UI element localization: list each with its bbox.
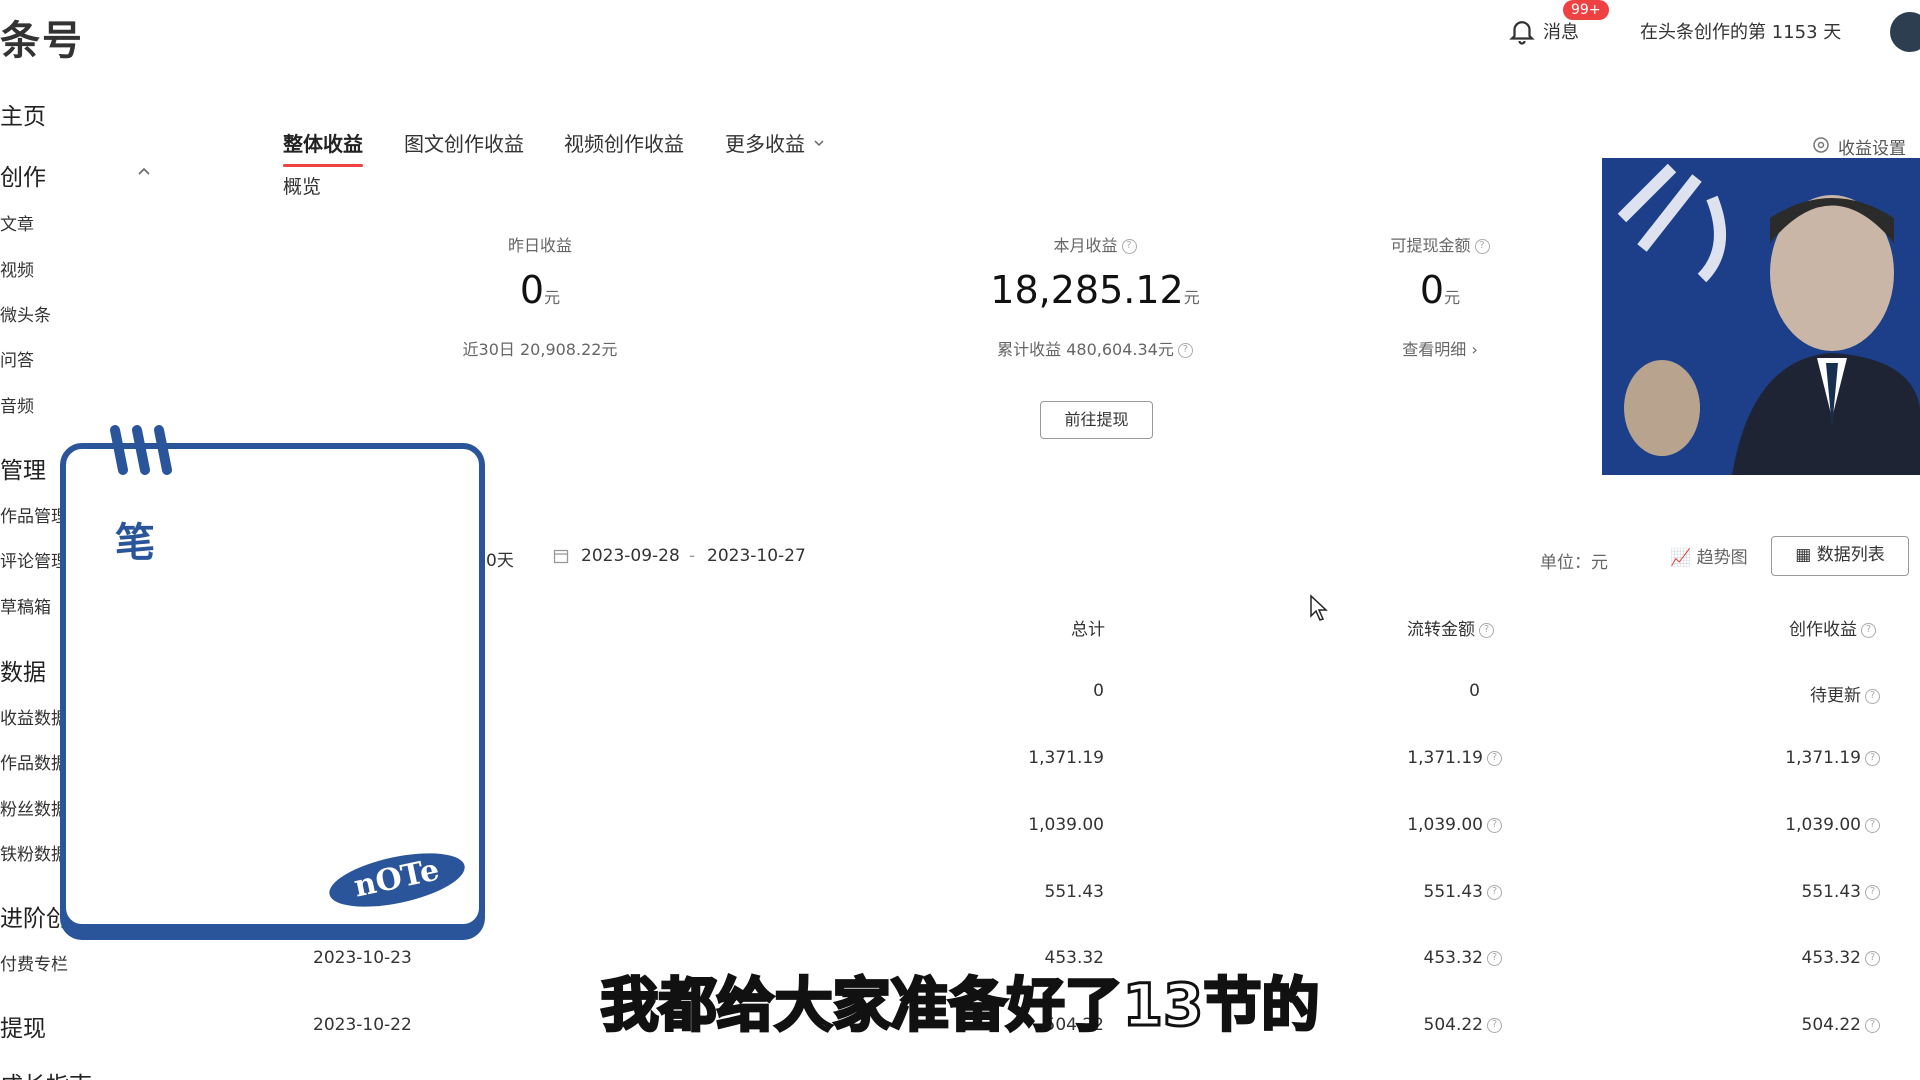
- question-icon[interactable]: ?: [1865, 884, 1880, 900]
- avatar[interactable]: [1890, 12, 1920, 52]
- cell-flow: 1,371.19?: [1407, 748, 1502, 768]
- note-title: 笔: [115, 520, 155, 566]
- cell-creation: 1,371.19?: [1785, 748, 1880, 768]
- sidebar-item-home[interactable]: 主页: [0, 97, 46, 131]
- question-icon[interactable]: ?: [1487, 750, 1502, 766]
- tab-active-indicator: [283, 164, 363, 167]
- question-icon[interactable]: ?: [1177, 343, 1193, 358]
- question-icon[interactable]: ?: [1861, 622, 1876, 638]
- presenter-video: [1602, 158, 1920, 475]
- sidebar-item-fans-data[interactable]: 粉丝数据: [0, 795, 68, 820]
- cell-total: 1,039.00: [1028, 815, 1104, 835]
- range-start[interactable]: 2023-09-28: [581, 546, 680, 566]
- app-logo[interactable]: 条号: [0, 8, 84, 66]
- settings-icon[interactable]: [1812, 136, 1830, 154]
- range-preset-tail[interactable]: 0天: [486, 546, 514, 571]
- sidebar-item-drafts[interactable]: 草稿箱: [0, 593, 51, 618]
- cell-flow: 1,039.00?: [1407, 815, 1502, 835]
- tab-video-income[interactable]: 视频创作收益: [564, 128, 684, 157]
- cell-total: 1,371.19: [1028, 748, 1104, 768]
- table-icon: ▦: [1795, 545, 1817, 565]
- range-separator: -: [689, 546, 696, 566]
- video-subtitle: 我都给大家准备好了13节的: [599, 970, 1321, 1041]
- cell-creation: 1,039.00?: [1785, 815, 1880, 835]
- cell-flow: 0: [1469, 681, 1480, 701]
- yesterday-income-value: 0元: [519, 268, 561, 312]
- chevron-down-icon[interactable]: [813, 137, 825, 149]
- sidebar-item-works-data[interactable]: 作品数据: [0, 749, 68, 774]
- withdrawable-label: 可提现金额?: [1340, 232, 1540, 256]
- question-icon[interactable]: ?: [1487, 884, 1502, 900]
- trend-chart-icon: 📈: [1670, 548, 1697, 568]
- month-income-label: 本月收益?: [995, 232, 1195, 256]
- sidebar-item-video[interactable]: 视频: [0, 256, 34, 281]
- cell-total: 0: [1093, 681, 1104, 701]
- question-icon[interactable]: ?: [1487, 817, 1502, 833]
- withdraw-button[interactable]: 前往提现: [1040, 401, 1153, 439]
- sidebar-item-data[interactable]: 数据: [0, 653, 46, 687]
- sidebar-item-income-data[interactable]: 收益数据: [0, 704, 68, 729]
- total-income: 累计收益 480,604.34元?: [950, 336, 1240, 360]
- income-settings-link[interactable]: 收益设置: [1838, 134, 1906, 159]
- sidebar-item-article[interactable]: 文章: [0, 210, 34, 235]
- calendar-icon[interactable]: [553, 548, 569, 564]
- chevron-up-icon[interactable]: [137, 164, 151, 178]
- cell-total: 551.43: [1044, 882, 1104, 902]
- header-creation: 创作收益?: [1789, 615, 1876, 640]
- sidebar-item-comments[interactable]: 评论管理: [0, 547, 68, 572]
- tab-article-income[interactable]: 图文创作收益: [404, 128, 524, 157]
- question-icon[interactable]: ?: [1865, 750, 1880, 766]
- sidebar-item-qa[interactable]: 问答: [0, 346, 34, 371]
- header-flow: 流转金额?: [1407, 615, 1494, 640]
- withdrawable-value: 0元: [1419, 268, 1461, 312]
- subtab-overview[interactable]: 概览: [283, 172, 321, 199]
- creation-days: 在头条创作的第 1153 天: [1640, 22, 1842, 43]
- question-icon[interactable]: ?: [1474, 239, 1490, 254]
- messages-link[interactable]: 消息: [1543, 18, 1579, 44]
- tab-more-income[interactable]: 更多收益: [725, 128, 805, 157]
- bell-icon[interactable]: [1507, 16, 1537, 46]
- sidebar-item-works[interactable]: 作品管理: [0, 502, 68, 527]
- presenter-figure: [1617, 163, 1920, 475]
- sidebar-item-iron-fans-data[interactable]: 铁粉数据: [0, 840, 68, 865]
- sidebar-item-growth[interactable]: 成长指南: [0, 1066, 92, 1080]
- month-income-value: 18,285.12元: [990, 268, 1200, 312]
- question-icon[interactable]: ?: [1865, 817, 1880, 833]
- notification-badge: 99+: [1563, 0, 1609, 20]
- unit-label: 单位：元: [1540, 553, 1608, 573]
- view-details-link[interactable]: 查看明细 ›: [1340, 336, 1540, 360]
- sidebar-item-manage[interactable]: 管理: [0, 451, 46, 485]
- last30-income: 近30日 20,908.22元: [462, 340, 618, 359]
- yesterday-income-label: 昨日收益: [507, 236, 572, 255]
- table-view-button[interactable]: ▦ 数据列表: [1771, 536, 1909, 576]
- sidebar-item-create[interactable]: 创作: [0, 158, 46, 192]
- cell-flow: 551.43?: [1424, 882, 1502, 902]
- question-icon[interactable]: ?: [1121, 239, 1137, 254]
- sidebar-item-audio[interactable]: 音频: [0, 392, 34, 417]
- question-icon[interactable]: ?: [1479, 622, 1494, 638]
- range-end[interactable]: 2023-10-27: [707, 546, 806, 566]
- sidebar-item-micro[interactable]: 微头条: [0, 301, 51, 326]
- cell-creation: 551.43?: [1802, 882, 1880, 902]
- tab-overall-income[interactable]: 整体收益: [283, 128, 363, 157]
- header-total: 总计: [1071, 620, 1105, 640]
- note-binding-icon: [110, 425, 172, 475]
- trend-view-button[interactable]: 📈 趋势图: [1670, 541, 1748, 575]
- question-icon[interactable]: ?: [1865, 688, 1880, 704]
- cell-creation: 待更新?: [1810, 681, 1880, 706]
- mouse-cursor-icon: [1310, 594, 1328, 621]
